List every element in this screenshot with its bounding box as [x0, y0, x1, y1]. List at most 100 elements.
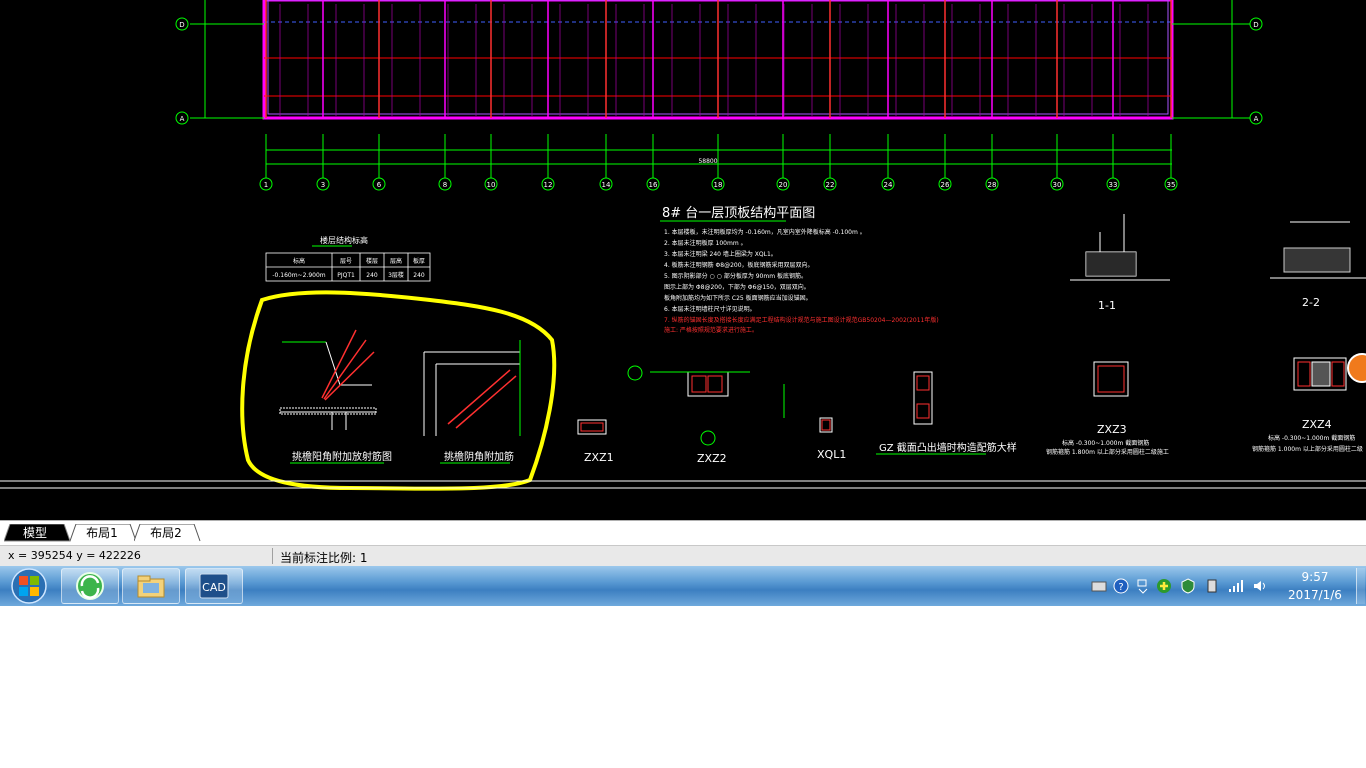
zxz4-detail: ZXZ4 标高 -0.300~1.000m 截面钢筋 钢筋箍筋 1.000m 以…	[1252, 353, 1366, 453]
axis-number: 14	[602, 181, 611, 189]
axis-number: 6	[377, 181, 382, 189]
section-1-detail: 1-1	[1070, 214, 1170, 312]
note-line-red: 7. 纵筋的锚固长度及搭接长度应满足工程结构设计规范与施工图设计规范GB5020…	[664, 316, 939, 324]
axis-number: 16	[649, 181, 658, 189]
note-line: 5. 图示阴影部分 ○ ○ 部分板厚为 90mm 板底钢筋。	[664, 272, 807, 280]
layout-tab-bar: 模型 布局1 布局2	[0, 520, 1366, 545]
table-cell: PJQT1	[337, 272, 355, 279]
clock-time[interactable]: 9:57	[1290, 570, 1340, 584]
tab-model[interactable]: 模型	[4, 524, 71, 542]
table-cell: 3层楼	[388, 271, 404, 279]
table-title: 楼层结构标高	[320, 235, 368, 245]
help-icon[interactable]: ?	[1113, 578, 1129, 594]
tab-layout1-label: 布局1	[86, 526, 118, 540]
taskbar-cad-button[interactable]: CAD	[185, 568, 243, 604]
keyboard-icon[interactable]	[1091, 578, 1107, 594]
section-2-detail: 2-2	[1270, 221, 1366, 309]
axis-number: 22	[826, 181, 835, 189]
axis-number: 28	[988, 181, 997, 189]
svg-text:?: ?	[1118, 582, 1123, 593]
device-icon[interactable]	[1204, 578, 1220, 594]
table-header-cell: 板厚	[413, 257, 425, 265]
section-1-label: 1-1	[1098, 299, 1116, 312]
status-bar: x = 395254 y = 422226 当前标注比例: 1	[0, 545, 1366, 566]
level-table: 楼层结构标高 标高 层号 楼层 层高 板厚 -0.160m~2.900m PJQ…	[265, 235, 431, 282]
cad-drawing-svg: D A D A 58800 1 3 6 8 10 12 14 16 18 20 22 24 26 28 30…	[0, 0, 1366, 491]
axis-number: 20	[779, 181, 788, 189]
table-header-cell: 层号	[340, 258, 352, 265]
axis-number: 24	[884, 181, 893, 189]
floating-badge[interactable]	[1347, 353, 1366, 383]
annotation-scale: 当前标注比例: 1	[280, 551, 368, 565]
browser-icon	[76, 572, 104, 600]
zxz3-note: 标高 -0.300~1.000m 截面钢筋	[1062, 439, 1149, 447]
plan-title: 8# 台一层顶板结构平面图	[662, 206, 815, 221]
row-axis-left-d-label: D	[179, 21, 184, 29]
zxz4-label: ZXZ4	[1302, 418, 1332, 431]
tab-model-label: 模型	[22, 526, 47, 540]
table-header-cell: 楼层	[366, 257, 378, 265]
gz-label: GZ 截面凸出墙时构造配筋大样	[879, 441, 1017, 454]
cad-drawing-canvas[interactable]: D A D A 58800 1 3 6 8 10 12 14 16 18 20 22 24 26 28 30…	[0, 0, 1366, 520]
note-line-red: 施工: 严格按照规范要求进行施工。	[664, 326, 758, 334]
design-notes: 1. 本层楼板，未注明板厚均为 -0.160m，凡室内室外降板标高 -0.100…	[664, 228, 939, 334]
network-signal-icon[interactable]	[1228, 578, 1244, 594]
axis-number: 8	[443, 181, 447, 189]
clock-date[interactable]: 2017/1/6	[1280, 588, 1350, 602]
note-line: 图示上部为 Φ8@200，下部为 Φ6@150，双层双向。	[664, 283, 810, 291]
add-plus-icon[interactable]	[1156, 578, 1172, 594]
xql1-detail: XQL1	[783, 384, 846, 461]
note-line: 4. 板筋未注明钢筋 Φ8@200，板底钢筋采用双层双向。	[664, 261, 814, 269]
table-cell: 240	[413, 272, 425, 279]
cad-app-icon: CAD	[199, 573, 229, 599]
note-line: 1. 本层楼板，未注明板厚均为 -0.160m，凡室内室外降板标高 -0.100…	[664, 228, 866, 236]
taskbar-browser-button[interactable]	[61, 568, 119, 604]
tab-layout1[interactable]: 布局1	[70, 524, 137, 542]
axis-number: 33	[1109, 181, 1118, 189]
zxz1-label: ZXZ1	[584, 451, 614, 464]
security-shield-icon[interactable]	[1180, 578, 1196, 594]
row-axis-left-a-label: A	[180, 115, 185, 123]
zxz4-note: 标高 -0.300~1.000m 截面钢筋	[1268, 434, 1355, 442]
row-axis-right-a-label: A	[1254, 115, 1259, 123]
axis-number: 18	[714, 181, 723, 189]
window-restore-icon[interactable]	[1135, 578, 1151, 594]
table-header-cell: 标高	[293, 257, 305, 265]
note-line: 6. 本层未注明墙柱尺寸详见说明。	[664, 305, 756, 313]
zxz2-label: ZXZ2	[697, 452, 727, 465]
corner-reinforce-detail: 挑檐阴角附加筋	[423, 340, 521, 464]
tab-layout2[interactable]: 布局2	[134, 524, 201, 542]
xql1-label: XQL1	[817, 448, 846, 461]
table-cell: -0.160m~2.900m	[272, 272, 325, 279]
note-line: 2. 本层未注明板厚 100mm 。	[664, 239, 747, 247]
start-button[interactable]	[2, 567, 56, 605]
row-axis-right-d-label: D	[1253, 21, 1258, 29]
cursor-coordinates: x = 395254 y = 422226	[8, 549, 141, 562]
show-desktop-button[interactable]	[1356, 568, 1365, 604]
volume-icon[interactable]	[1252, 578, 1268, 594]
axis-number: 3	[321, 181, 325, 189]
table-cell: 240	[366, 272, 378, 279]
cad-app-label: CAD	[202, 581, 226, 594]
status-divider	[272, 548, 273, 564]
zxz4-note: 钢筋箍筋 1.000m 以上部分采用圆柱二级	[1252, 445, 1363, 453]
taskbar-explorer-button[interactable]	[122, 568, 180, 604]
axis-number: 1	[264, 181, 268, 189]
axis-number: 10	[487, 181, 496, 189]
file-explorer-icon	[137, 575, 165, 598]
start-orb-icon	[11, 568, 47, 604]
corner-rebar-detail: 挑檐阳角附加放射筋图	[279, 329, 392, 464]
zxz3-note: 钢筋箍筋 1.800m 以上部分采用圆柱二级施工	[1046, 448, 1169, 456]
zxz3-detail: ZXZ3 标高 -0.300~1.000m 截面钢筋 钢筋箍筋 1.800m 以…	[1046, 361, 1169, 456]
overall-dimension: 58800	[698, 158, 717, 165]
axis-number: 35	[1167, 181, 1176, 189]
gz-detail: GZ 截面凸出墙时构造配筋大样	[876, 371, 1017, 455]
zxz1-detail: ZXZ1	[577, 419, 614, 464]
note-line: 3. 本层未注明梁 240 墙上圈梁为 XQL1。	[664, 250, 777, 258]
structural-plan: D A D A	[175, 0, 1263, 125]
axis-number: 12	[544, 181, 553, 189]
zxz3-label: ZXZ3	[1097, 423, 1127, 436]
dimension-lines: 58800 1 3 6 8 10 12 14 16 18 20 22 24 26 28 30 33 35	[259, 134, 1178, 191]
note-line: 板角附加筋均为如下所示 C25 板面钢筋应当加设锚固。	[664, 294, 812, 302]
zxz2-detail: ZXZ2	[627, 365, 750, 465]
